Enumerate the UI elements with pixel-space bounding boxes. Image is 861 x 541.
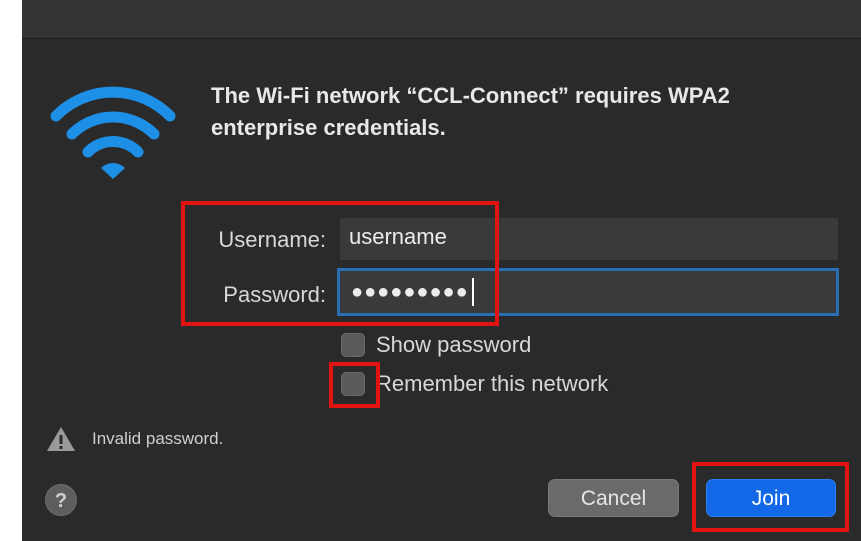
dialog-title: The Wi-Fi network “CCL-Connect” requires… [211, 83, 730, 140]
username-input[interactable]: username [340, 218, 838, 260]
screenshot-frame: The Wi-Fi network “CCL-Connect” requires… [0, 0, 861, 541]
warning-icon [47, 427, 75, 451]
remember-network-checkbox[interactable] [341, 372, 365, 396]
show-password-label[interactable]: Show password [376, 331, 531, 359]
status-message: Invalid password. [92, 429, 224, 448]
password-input[interactable]: ●●●●●●●●● [337, 268, 839, 316]
username-value: username [349, 224, 447, 249]
username-label: Username: [218, 227, 326, 252]
password-label: Password: [223, 282, 326, 307]
join-button[interactable]: Join [706, 479, 836, 517]
remember-network-label[interactable]: Remember this network [376, 370, 608, 398]
cancel-button[interactable]: Cancel [548, 479, 679, 517]
dialog-top-edge [22, 0, 861, 39]
text-caret [471, 278, 474, 307]
wifi-icon [50, 86, 176, 179]
password-masked-value: ●●●●●●●●● [351, 281, 469, 303]
show-password-checkbox[interactable] [341, 333, 365, 357]
help-button[interactable]: ? [45, 484, 77, 516]
